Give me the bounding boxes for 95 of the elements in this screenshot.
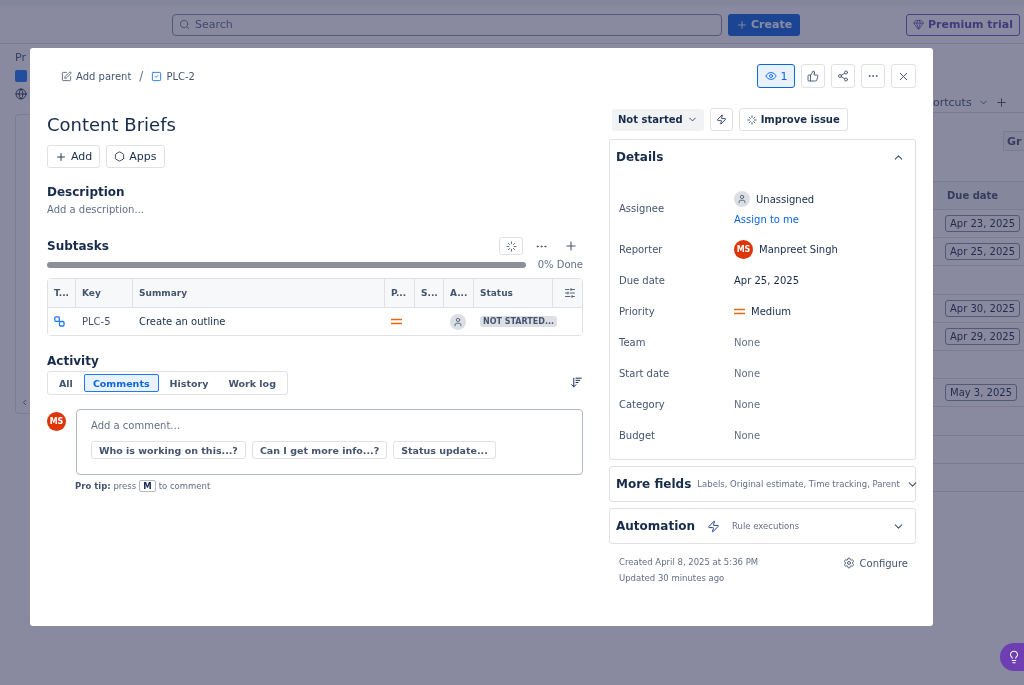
section-heading: Description: [47, 185, 126, 199]
gear-icon: [842, 557, 855, 569]
close-button[interactable]: [891, 64, 916, 88]
subtask-icon: [54, 316, 65, 327]
panel-title: More fields: [616, 477, 692, 491]
section-heading: Subtasks: [47, 239, 109, 253]
scroll-left-icon: [20, 398, 29, 407]
field-value: None: [734, 399, 762, 410]
pro-tip: Pro tip: press: [75, 481, 137, 491]
avatar: MS: [47, 412, 66, 431]
suggestion-chip[interactable]: Status update...: [393, 441, 496, 459]
field-label: Start date: [619, 368, 671, 379]
due-date: Apr 29, 2025: [945, 327, 1020, 345]
share-button[interactable]: [831, 64, 855, 88]
sort-icon: [570, 375, 583, 389]
breadcrumb-separator: /: [139, 69, 144, 83]
issue-title: Content Briefs: [47, 114, 177, 135]
ai-button[interactable]: [499, 237, 523, 255]
field-value: Unassigned: [756, 193, 815, 205]
field-label: Due date: [619, 275, 666, 286]
due-date: May 3, 2025: [945, 384, 1018, 402]
priority-medium-icon: [391, 318, 402, 325]
field-value: Apr 25, 2025: [734, 275, 800, 286]
plus-icon: [994, 96, 1008, 109]
field-value: Manpreet Singh: [759, 244, 838, 255]
activity-tab[interactable]: Work log: [219, 374, 285, 392]
pro-tip: to comment: [158, 481, 211, 491]
table-cell-text: Create an outline: [138, 315, 227, 329]
project-icon: [15, 70, 27, 82]
status-lozenge[interactable]: NOT STARTED...: [480, 316, 557, 327]
thumbs-up-icon: [807, 70, 819, 82]
hexagon-icon: [114, 151, 126, 162]
key-hint: M: [139, 480, 156, 492]
activity-tab[interactable]: All: [50, 374, 82, 392]
field-label: Category: [619, 399, 666, 410]
plus-icon: [736, 18, 748, 31]
field-label: Priority: [619, 306, 656, 317]
sparkle-icon: [505, 240, 517, 252]
avatar: MS: [734, 240, 753, 259]
due-date: Apr 30, 2025: [945, 299, 1020, 317]
field-label: Assignee: [619, 202, 666, 214]
priority-medium-icon: [734, 308, 745, 315]
add-button[interactable]: Add: [47, 145, 101, 168]
table-cell-text: PLC-5: [81, 315, 112, 329]
checkbox-icon: [151, 70, 163, 82]
share-icon: [837, 70, 849, 82]
activity-tab[interactable]: Comments: [83, 374, 159, 392]
globe-icon: [15, 88, 27, 100]
improve-issue-button[interactable]: Improve issue: [738, 108, 848, 131]
suggestion-chip[interactable]: Can I get more info...?: [251, 441, 388, 459]
avatar-icon: [734, 191, 750, 207]
issue-key-link[interactable]: PLC-2: [151, 70, 195, 82]
description-placeholder[interactable]: Add a description...: [47, 204, 583, 215]
project-heading: Pr: [15, 51, 27, 64]
field-value: None: [734, 337, 762, 348]
field-label: Reporter: [619, 244, 664, 255]
configure-button[interactable]: Configure: [842, 557, 908, 569]
field-value: Medium: [751, 306, 791, 317]
section-heading: Activity: [47, 354, 100, 368]
eye-icon: [764, 70, 777, 82]
field-value: None: [734, 430, 762, 441]
edit-icon: [61, 70, 72, 82]
automation-button[interactable]: [709, 108, 733, 131]
created-text: Created April 8, 2025 at 5:36 PM: [619, 557, 759, 567]
progress-reading: 0% Done: [537, 259, 583, 270]
lightning-icon: [715, 114, 727, 125]
activity-tab[interactable]: History: [160, 374, 218, 392]
lightbulb-icon: [1007, 650, 1021, 664]
field-value: None: [734, 368, 762, 379]
panel-summary: Labels, Original estimate, Time tracking, Parent: [697, 479, 900, 489]
assign-link[interactable]: Assign to me: [734, 214, 915, 225]
watch-button[interactable]: 1: [757, 64, 795, 88]
comment-field[interactable]: Add a comment… Who is working on this...? Can I get more info...? Status update...: [76, 409, 583, 475]
due-date: Apr 25, 2025: [945, 243, 1020, 261]
panel-title: Details: [616, 150, 664, 164]
status-dropdown[interactable]: Not started: [612, 108, 704, 131]
plus-icon: [564, 239, 578, 253]
plus-icon: [55, 150, 67, 163]
field-label: Budget: [619, 430, 656, 441]
add-parent-link[interactable]: Add parent: [61, 70, 132, 82]
search-icon: [179, 19, 190, 30]
like-button[interactable]: [801, 64, 825, 88]
apps-button[interactable]: Apps: [106, 145, 165, 168]
search-placeholder: Search: [195, 18, 233, 31]
lightning-icon: [707, 519, 721, 533]
updated-text: Updated 30 minutes ago: [619, 573, 726, 583]
field-label: Team: [619, 337, 647, 348]
suggestion-chip[interactable]: Who is working on this...?: [91, 441, 246, 459]
column-header: Due date: [933, 182, 1024, 210]
column-settings-icon: [564, 287, 576, 299]
panel-summary: Rule executions: [732, 521, 800, 531]
panel-title: Automation: [616, 519, 696, 533]
gem-icon: [913, 19, 925, 30]
sparkle-icon: [746, 114, 757, 125]
due-date: Apr 23, 2025: [945, 215, 1020, 233]
